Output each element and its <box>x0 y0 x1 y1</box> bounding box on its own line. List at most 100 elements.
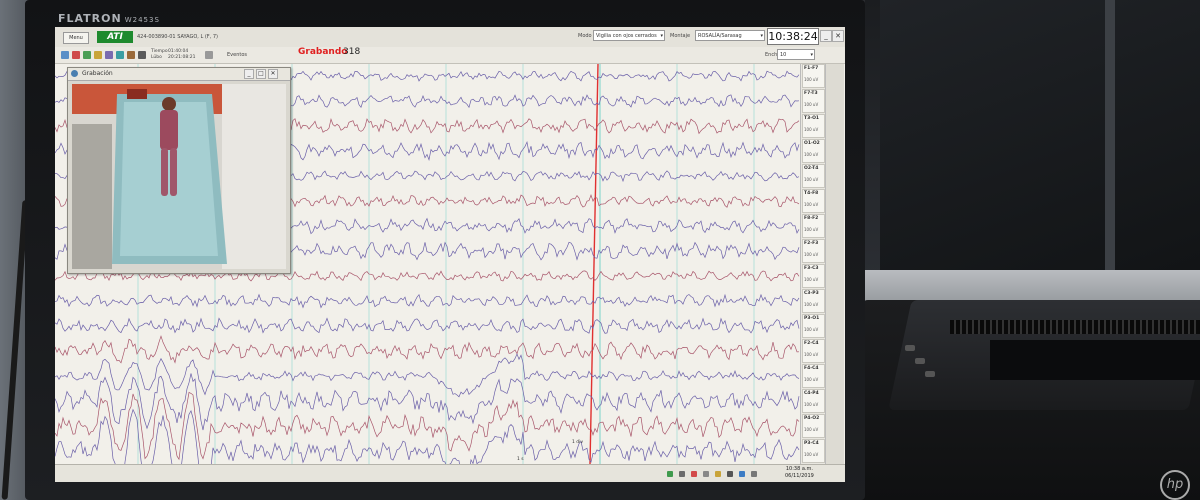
app-tray-icon[interactable] <box>691 471 697 477</box>
channel-label[interactable]: F7-T3 100 uV <box>802 89 825 113</box>
minimize-icon[interactable]: _ <box>820 30 832 42</box>
channel-scale: 100 uV <box>804 352 819 357</box>
printer-tray <box>990 340 1200 380</box>
channel-label[interactable]: F2-F3 100 uV <box>802 239 825 263</box>
channel-name: T3-O1 <box>804 116 820 121</box>
minimize-icon[interactable]: _ <box>244 69 254 79</box>
channel-name: O2-T4 <box>804 166 819 171</box>
video-title: Grabación <box>82 70 113 77</box>
channel-scale: 100 uV <box>804 127 819 132</box>
window-frame <box>1105 0 1115 280</box>
date-value: 20:21:08:21 <box>168 55 196 60</box>
printer-button <box>915 358 925 364</box>
channel-scale: 100 uV <box>804 252 819 257</box>
close-icon[interactable]: ✕ <box>268 69 278 79</box>
camera-icon <box>71 70 78 77</box>
channel-label[interactable]: C4-P4 100 uV <box>802 389 825 413</box>
channel-name: C4-P4 <box>804 391 819 396</box>
eeg-trace <box>55 317 800 334</box>
date-label: Lübo <box>151 55 162 60</box>
settings-icon[interactable] <box>105 51 113 59</box>
eeg-trace <box>55 353 800 398</box>
sensitivity-select[interactable]: 10 ▾ <box>777 49 815 60</box>
app-toolbar: Tiempo 01:40:04 Lübo 20:21:08:21 Eventos… <box>55 47 845 64</box>
time-value: 01:40:04 <box>168 49 189 54</box>
channel-name: F2-C4 <box>804 341 819 346</box>
app-tray-icon[interactable] <box>703 471 709 477</box>
channel-label[interactable]: F1-F7 100 uV <box>802 64 825 88</box>
marker-icon[interactable] <box>94 51 102 59</box>
mode-label: Modo <box>578 33 592 39</box>
channel-label[interactable]: T4-F8 100 uV <box>802 189 825 213</box>
volume-icon[interactable] <box>751 471 757 477</box>
channel-name: F4-C4 <box>804 366 819 371</box>
zoom-icon[interactable] <box>116 51 124 59</box>
channel-scale: 100 uV <box>804 202 819 207</box>
wifi-icon[interactable] <box>739 471 745 477</box>
channel-label[interactable]: P4-O2 100 uV <box>802 414 825 438</box>
windows-taskbar: 10:38 a.m. 06/11/2019 <box>55 464 845 482</box>
channel-label[interactable]: P3-C4 100 uV <box>802 439 825 463</box>
time-scale-label: 1 s <box>517 457 524 462</box>
channel-scale: 100 uV <box>804 402 819 407</box>
channel-label[interactable]: O1-O2 100 uV <box>802 139 825 163</box>
recording-status: Grabando <box>298 47 348 57</box>
channel-labels: F1-F7 100 uV F7-T3 100 uV T3-O1 100 uV O1-O2 10… <box>800 64 826 464</box>
channel-name: P3-O1 <box>804 316 820 321</box>
channel-name: F3-C3 <box>804 266 819 271</box>
mode-select[interactable]: Vigilia con ojos cerrados ▾ <box>593 30 665 41</box>
monitor-screen: Menu ATI 424-003890-01 SAYAGO, L (F, 7) … <box>55 27 845 482</box>
channel-label[interactable]: F8-F2 100 uV <box>802 214 825 238</box>
patient-video-image <box>72 84 286 269</box>
montage-select[interactable]: ROSALÍA/Sarasag ▾ <box>695 30 765 41</box>
channel-name: O1-O2 <box>804 141 820 146</box>
channel-scale: 100 uV <box>804 227 819 232</box>
menu-button[interactable]: Menu <box>63 32 89 44</box>
channel-label[interactable]: P3-O1 100 uV <box>802 314 825 338</box>
channel-scale: 100 uV <box>804 377 819 382</box>
record-icon[interactable] <box>72 51 80 59</box>
wave-icon[interactable] <box>205 51 213 59</box>
printer-paper-slot <box>950 320 1200 334</box>
open-icon[interactable] <box>61 51 69 59</box>
network-icon[interactable] <box>667 471 673 477</box>
channel-name: F2-F3 <box>804 241 819 246</box>
print-icon[interactable] <box>127 51 135 59</box>
montage-label: Montaje <box>670 33 691 39</box>
printer-button <box>925 371 935 377</box>
patient-info: 424-003890-01 SAYAGO, L (F, 7) <box>137 34 218 40</box>
amplitude-scale-label: 1 div <box>572 440 584 445</box>
camera-icon[interactable] <box>138 51 146 59</box>
monitor-brand: FLATRON W2453S <box>58 12 160 25</box>
flag-icon[interactable] <box>727 471 733 477</box>
time-label: Tiempo <box>151 49 168 54</box>
play-icon[interactable] <box>83 51 91 59</box>
eeg-trace <box>55 293 800 309</box>
channel-scale: 100 uV <box>804 102 819 107</box>
app-tray-icon[interactable] <box>679 471 685 477</box>
video-titlebar: Grabación _ □ ✕ <box>68 68 290 81</box>
app-logo: ATI <box>97 31 133 43</box>
channel-scale: 100 uV <box>804 452 819 457</box>
channel-label[interactable]: F3-C3 100 uV <box>802 264 825 288</box>
clock-display: 10:38:24 <box>767 28 819 45</box>
channel-scale: 100 uV <box>804 327 819 332</box>
close-icon[interactable]: ✕ <box>832 30 844 42</box>
events-button[interactable]: Eventos <box>227 52 247 58</box>
sensitivity-label: Ench <box>765 52 778 58</box>
channel-label[interactable]: F2-C4 100 uV <box>802 339 825 363</box>
printer-button <box>905 345 915 351</box>
channel-scale: 100 uV <box>804 277 819 282</box>
app-tray-icon[interactable] <box>715 471 721 477</box>
channel-label[interactable]: T3-O1 100 uV <box>802 114 825 138</box>
maximize-icon[interactable]: □ <box>256 69 266 79</box>
vertical-scrollbar[interactable] <box>825 64 844 464</box>
channel-label[interactable]: F4-C4 100 uV <box>802 364 825 388</box>
channel-label[interactable]: C3-P3 100 uV <box>802 289 825 313</box>
video-window[interactable]: Grabación _ □ ✕ <box>67 67 291 274</box>
channel-name: F7-T3 <box>804 91 818 96</box>
channel-scale: 100 uV <box>804 302 819 307</box>
recording-count: 318 <box>343 47 361 57</box>
taskbar-clock[interactable]: 10:38 a.m. 06/11/2019 <box>785 466 814 480</box>
channel-label[interactable]: O2-T4 100 uV <box>802 164 825 188</box>
